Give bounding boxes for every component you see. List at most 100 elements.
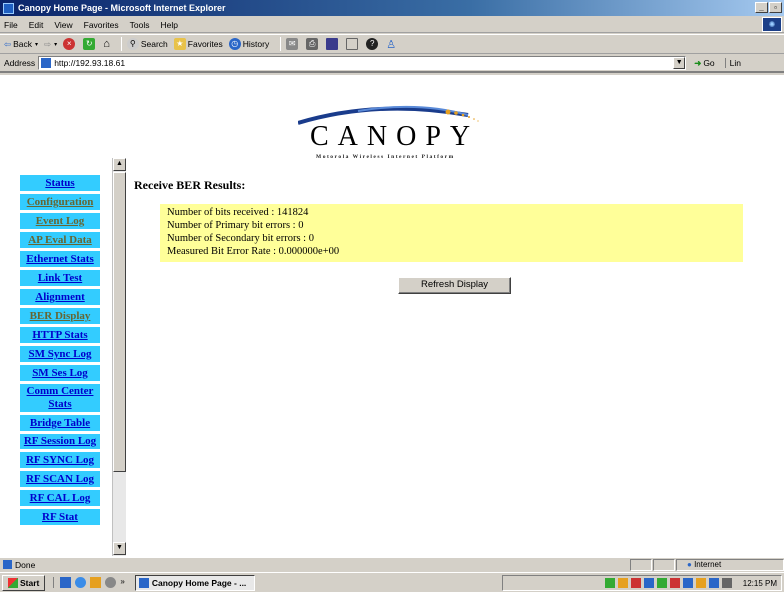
sidebar-item-comm-center-stats[interactable]: Comm Center Stats	[20, 384, 100, 412]
home-icon: ⌂	[103, 38, 110, 50]
address-input[interactable]: http://192.93.18.61 ▼	[38, 56, 687, 70]
go-button[interactable]: ➜ Go	[694, 58, 714, 69]
edit-button[interactable]	[326, 38, 340, 50]
outlook-icon[interactable]	[90, 577, 102, 588]
windows-flag-icon	[8, 577, 18, 588]
taskbar: Start » Canopy Home Page - ... 12:15 PM	[0, 572, 784, 592]
history-button[interactable]: ◷ History	[228, 38, 269, 50]
tray-icon[interactable]	[630, 578, 641, 588]
back-arrow-icon: ⇦	[4, 38, 12, 49]
tray-icon[interactable]	[708, 578, 719, 588]
window-title: Canopy Home Page - Microsoft Internet Ex…	[18, 3, 226, 13]
scroll-thumb[interactable]	[113, 172, 126, 472]
sidebar-item-rf-scan-log[interactable]: RF SCAN Log	[20, 471, 100, 487]
menu-file[interactable]: File	[4, 20, 18, 30]
tray-icon[interactable]	[695, 578, 706, 588]
media-icon[interactable]	[105, 577, 117, 588]
tray-icon[interactable]	[617, 578, 628, 588]
sidebar-item-http-stats[interactable]: HTTP Stats	[20, 327, 100, 343]
toolbar-separator	[120, 37, 122, 51]
refresh-button[interactable]: ↻	[83, 38, 97, 50]
favorites-button[interactable]: ★ Favorites	[173, 38, 223, 50]
sidebar-item-status[interactable]: Status	[20, 175, 100, 191]
result-line-secondary-errors: Number of Secondary bit errors : 0	[167, 233, 314, 244]
refresh-icon: ↻	[83, 38, 96, 50]
zone-panel: ● Internet	[676, 559, 784, 571]
sidebar-item-rf-stat[interactable]: RF Stat	[20, 509, 100, 525]
mail-icon: ✉	[286, 38, 299, 50]
tray-icon[interactable]	[682, 578, 693, 588]
status-text: Done	[15, 559, 36, 570]
standard-toolbar: ⇦ Back ▾ ⇨ ▾ × ↻ ⌂ ⚲ Search ★ Favorites ◷ Hist…	[0, 34, 784, 54]
search-button[interactable]: ⚲ Search	[126, 38, 168, 50]
minimize-button[interactable]: _	[755, 2, 768, 13]
status-panel	[653, 559, 675, 571]
discuss-button[interactable]	[346, 38, 360, 50]
sidebar-item-sm-sync-log[interactable]: SM Sync Log	[20, 346, 100, 362]
clock: 12:15 PM	[742, 578, 777, 588]
address-bar: Address http://192.93.18.61 ▼ ➜ Go Lin	[0, 55, 784, 73]
print-button[interactable]: ⎙	[306, 38, 320, 50]
stop-button[interactable]: ×	[63, 38, 77, 50]
logo-wordmark: CANOPY	[310, 121, 480, 152]
system-tray: 12:15 PM	[502, 575, 782, 591]
menu-edit[interactable]: Edit	[29, 20, 44, 30]
messenger-button[interactable]: ♙	[386, 38, 396, 51]
forward-button[interactable]: ⇨ ▾	[44, 39, 57, 50]
sidebar-item-configuration[interactable]: Configuration	[20, 194, 100, 210]
home-button[interactable]: ⌂	[103, 38, 110, 50]
address-label: Address	[4, 58, 36, 68]
print-icon: ⎙	[306, 38, 319, 50]
sidebar-item-bridge-table[interactable]: Bridge Table	[20, 415, 100, 431]
page-icon	[41, 58, 52, 68]
sidebar-item-ap-eval-data[interactable]: AP Eval Data	[20, 232, 100, 248]
sidebar-item-sm-ses-log[interactable]: SM Ses Log	[20, 365, 100, 381]
menu-bar: File Edit View Favorites Tools Help ✺	[0, 17, 784, 33]
tray-icon[interactable]	[721, 578, 732, 588]
sidebar-item-rf-session-log[interactable]: RF Session Log	[20, 434, 100, 449]
start-button[interactable]: Start	[2, 574, 46, 591]
taskbar-item-canopy[interactable]: Canopy Home Page - ...	[134, 574, 255, 591]
dropdown-icon: ▾	[54, 41, 58, 48]
menu-help[interactable]: Help	[160, 20, 177, 30]
links-button[interactable]: Lin	[724, 58, 741, 68]
ie-icon	[138, 577, 149, 588]
sidebar-scrollbar[interactable]: ▲ ▼	[112, 158, 126, 556]
tray-icon[interactable]	[669, 578, 680, 588]
scroll-up-icon[interactable]: ▲	[113, 158, 126, 171]
back-button[interactable]: ⇦ Back ▾	[4, 39, 38, 50]
tray-icon[interactable]	[656, 578, 667, 588]
sidebar-item-alignment[interactable]: Alignment	[20, 289, 100, 305]
menu-tools[interactable]: Tools	[130, 20, 150, 30]
desktop-icon[interactable]	[60, 577, 72, 588]
help-icon: ?	[366, 38, 379, 50]
maximize-button[interactable]: ▫	[769, 2, 782, 13]
messenger-icon: ♙	[386, 38, 397, 51]
favorites-icon: ★	[173, 38, 186, 50]
refresh-display-button[interactable]: Refresh Display	[398, 277, 511, 294]
menu-view[interactable]: View	[54, 20, 72, 30]
status-panel	[630, 559, 652, 571]
mail-button[interactable]: ✉	[286, 38, 300, 50]
menu-favorites[interactable]: Favorites	[84, 20, 119, 30]
sidebar-item-ethernet-stats[interactable]: Ethernet Stats	[20, 251, 100, 267]
sidebar-item-rf-sync-log[interactable]: RF SYNC Log	[20, 452, 100, 468]
tray-icon[interactable]	[643, 578, 654, 588]
page-icon	[3, 560, 12, 569]
status-bar: Done ● Internet	[0, 557, 784, 571]
sidebar-item-event-log[interactable]: Event Log	[20, 213, 100, 229]
window-titlebar: Canopy Home Page - Microsoft Internet Ex…	[0, 0, 784, 16]
sidebar-item-link-test[interactable]: Link Test	[20, 270, 100, 286]
search-icon: ⚲	[126, 38, 139, 50]
help-button[interactable]: ?	[366, 38, 380, 50]
tray-icon[interactable]	[604, 578, 615, 588]
sidebar-item-ber-display[interactable]: BER Display	[20, 308, 100, 324]
page-content: CANOPY Motorola Wireless Internet Platfo…	[0, 75, 784, 557]
ie-icon	[3, 2, 14, 14]
sidebar-item-rf-cal-log[interactable]: RF CAL Log	[20, 490, 100, 506]
chevron-down-icon[interactable]: ▼	[673, 57, 686, 69]
chevron-right-icon[interactable]: »	[120, 577, 124, 588]
scroll-down-icon[interactable]: ▼	[113, 542, 126, 555]
ie-icon[interactable]	[75, 577, 87, 588]
history-icon: ◷	[228, 38, 241, 50]
